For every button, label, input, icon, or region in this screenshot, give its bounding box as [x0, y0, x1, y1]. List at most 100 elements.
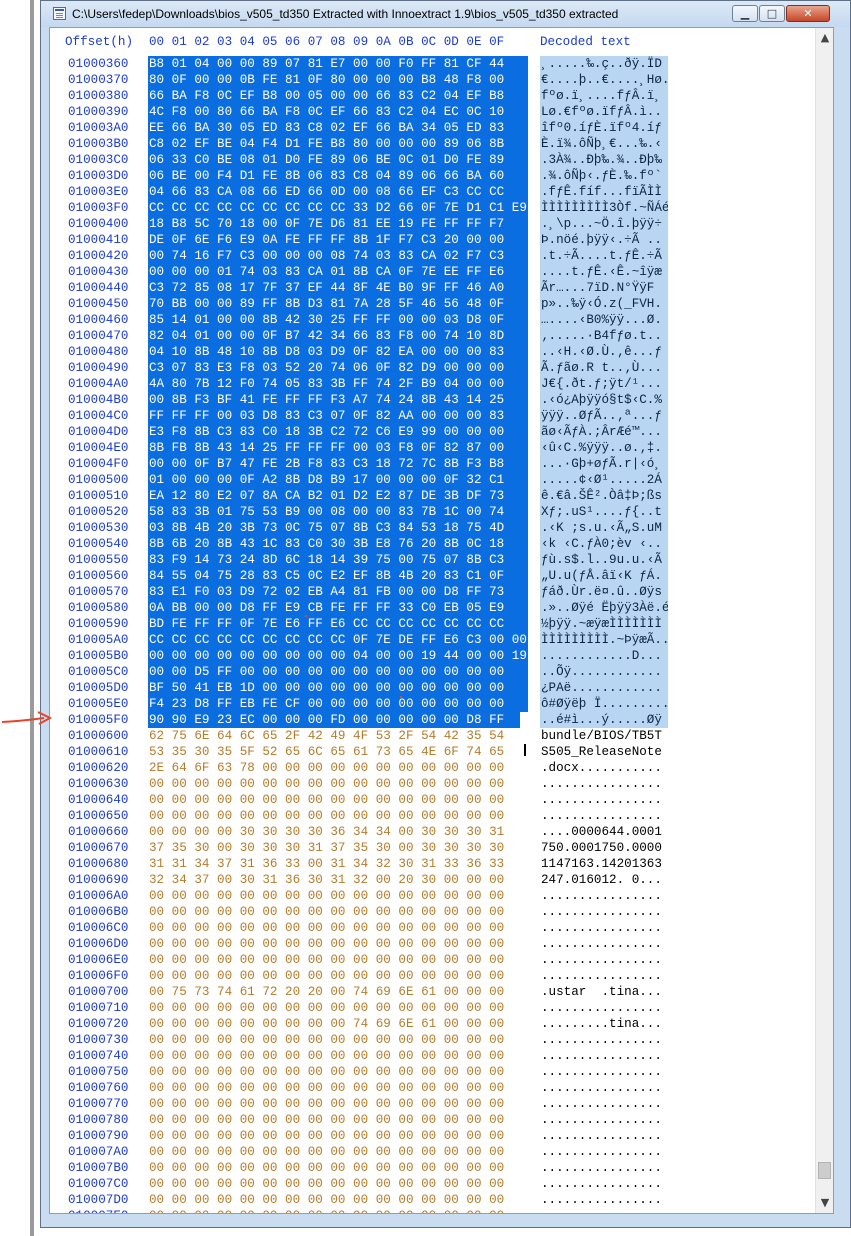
decoded-text-row[interactable]: ÌÌÌÌÌÌÌÌÌ.~ÞÿæÃ..	[540, 632, 668, 648]
decoded-text-row[interactable]: S505_ReleaseNote	[540, 744, 668, 760]
hex-row[interactable]: 80 0F 00 00 0B FE 81 0F 80 00 00 00 B8 4…	[148, 72, 528, 88]
hex-row[interactable]: 00 00 00 00 00 00 00 00 00 00 00 00 00 0…	[148, 936, 528, 952]
hex-row[interactable]: 32 34 37 00 30 31 36 30 31 32 00 20 30 0…	[148, 872, 528, 888]
decoded-text-row[interactable]: .»..Øÿé Ëþÿÿ3Àë.é	[540, 600, 668, 616]
hex-row[interactable]: 0A BB 00 00 D8 FF E9 CB FE FF FF 33 C0 E…	[148, 600, 528, 616]
hex-row[interactable]: 53 35 30 35 5F 52 65 6C 65 61 73 65 4E 6…	[148, 744, 528, 760]
hex-row[interactable]: 00 8B F3 BF 41 FE FF FF F3 A7 74 24 8B 4…	[148, 392, 528, 408]
decoded-text-row[interactable]: ................	[540, 1128, 668, 1144]
decoded-text-row[interactable]: .fƒÊ.fíf...fïÃÌÌ	[540, 184, 668, 200]
decoded-text-row[interactable]: ê.€â.ŠÊ².Òâ‡Þ;ßs	[540, 488, 668, 504]
decoded-text-row[interactable]: ................	[540, 1160, 668, 1176]
hex-row[interactable]: B8 01 04 00 00 89 07 81 E7 00 00 F0 FF 8…	[148, 56, 528, 72]
decoded-text-row[interactable]: ................	[540, 1032, 668, 1048]
decoded-text-row[interactable]: ................	[540, 1176, 668, 1192]
hex-row[interactable]: 00 00 00 00 00 00 00 00 00 00 00 00 00 0…	[148, 1112, 528, 1128]
hex-row[interactable]: 00 00 00 00 00 00 00 00 00 00 00 00 00 0…	[148, 920, 528, 936]
hex-row[interactable]: 04 10 8B 48 10 8B D8 03 D9 0F 82 EA 00 0…	[148, 344, 528, 360]
hex-row[interactable]: 37 35 30 00 30 30 30 31 37 35 30 00 30 3…	[148, 840, 528, 856]
decoded-text-row[interactable]: ................	[540, 808, 668, 824]
hex-row[interactable]: 06 BE 00 F4 D1 FE 8B 06 83 C8 04 89 06 6…	[148, 168, 528, 184]
decoded-text-row[interactable]: ƒù.s$.l..9u.u.‹Ã	[540, 552, 668, 568]
hex-row[interactable]: C8 02 EF BE 04 F4 D1 FE B8 80 00 00 00 8…	[148, 136, 528, 152]
decoded-text-row[interactable]: 247.016012. 0...	[540, 872, 668, 888]
decoded-text-row[interactable]: ................	[540, 1080, 668, 1096]
decoded-text-row[interactable]: ‚.....·B4fƒø.t..	[540, 328, 668, 344]
hex-row[interactable]: 70 BB 00 00 89 FF 8B D3 81 7A 28 5F 46 5…	[148, 296, 528, 312]
decoded-text-row[interactable]: ................	[540, 1064, 668, 1080]
hex-row[interactable]: DE 0F 6E F6 E9 0A FE FF FF 8B 1F F7 C3 2…	[148, 232, 528, 248]
decoded-text-row[interactable]: €....þ..€....¸Hø.	[540, 72, 668, 88]
decoded-text-row[interactable]: J€{.ðt.ƒ;ÿt/¹...	[540, 376, 668, 392]
hex-view[interactable]: Offset(h) 00 01 02 03 04 05 06 07 08 09 …	[49, 27, 834, 1214]
decoded-text-row[interactable]: Xƒ;.uS¹....ƒ{..t	[540, 504, 668, 520]
decoded-text-row[interactable]: Lø.€fºø.ïfƒÂ.ì..	[540, 104, 668, 120]
decoded-text-row[interactable]: .t.÷Ã....t.ƒÊ.÷Ã	[540, 248, 668, 264]
hex-row[interactable]: EA 12 80 E2 07 8A CA B2 01 D2 E2 87 DE 3…	[148, 488, 528, 504]
hex-row[interactable]: 04 66 83 CA 08 66 ED 66 0D 00 08 66 EF C…	[148, 184, 528, 200]
decoded-text-row[interactable]: ................	[540, 1000, 668, 1016]
decoded-text-row[interactable]: ÌÌÌÌÌÌÌÌÌ3Òf.~ÑÁé	[540, 200, 668, 216]
decoded-text-row[interactable]: ¸.....‰.ç..ðÿ.ÏD	[540, 56, 668, 72]
decoded-text-row[interactable]: ..‹H.‹Ø.Ù.‚ê...ƒ	[540, 344, 668, 360]
hex-row[interactable]: EE 66 BA 30 05 ED 83 C8 02 EF 66 BA 34 0…	[148, 120, 528, 136]
decoded-text-row[interactable]: 1147163.14201363	[540, 856, 668, 872]
decoded-text-row[interactable]: Ã.ƒãø.R t..‚Ù...	[540, 360, 668, 376]
hex-row[interactable]: C3 07 83 E3 F8 03 52 20 74 06 0F 82 D9 0…	[148, 360, 528, 376]
hex-row[interactable]: 00 00 0F B7 47 FE 2B F8 83 C3 18 72 7C 8…	[148, 456, 528, 472]
close-button[interactable]: ✕	[786, 5, 830, 22]
title-bar[interactable]: C:\Users\fedep\Downloads\bios_v505_td350…	[41, 1, 850, 27]
decoded-text-row[interactable]: ....0000644.0001	[540, 824, 668, 840]
decoded-text-row[interactable]: ..Õÿ............	[540, 664, 668, 680]
decoded-text-row[interactable]: ................	[540, 968, 668, 984]
hex-row[interactable]: 00 00 00 00 00 00 00 00 00 00 00 00 00 0…	[148, 1080, 528, 1096]
hex-row[interactable]: 00 74 16 F7 C3 00 00 00 08 74 03 83 CA 0…	[148, 248, 528, 264]
hex-row[interactable]: 84 55 04 75 28 83 C5 0C E2 EF 8B 4B 20 8…	[148, 568, 528, 584]
decoded-text-row[interactable]: ƒáð.Ùr.ë¤.û..Øÿs	[540, 584, 668, 600]
decoded-text-row[interactable]: ................	[540, 792, 668, 808]
decoded-text-row[interactable]: ................	[540, 904, 668, 920]
decoded-text-row[interactable]: Ãr…...7ïD.N°ŸÿF	[540, 280, 668, 296]
decoded-text-row[interactable]: ................	[540, 936, 668, 952]
hex-row[interactable]: 31 31 34 37 31 36 33 00 31 34 32 30 31 3…	[148, 856, 528, 872]
decoded-text-row[interactable]: bundle/BIOS/TB5T	[540, 728, 668, 744]
hex-row[interactable]: 00 00 00 00 00 00 00 00 00 00 00 00 00 0…	[148, 1048, 528, 1064]
decoded-text-column[interactable]: ¸.....‰.ç..ðÿ.ÏD €....þ..€....¸Hø. fºø.ï¸.…	[540, 56, 668, 1213]
decoded-text-row[interactable]: ½þÿÿ.~æÿæÌÌÌÌÌÌÌ	[540, 616, 668, 632]
hex-row[interactable]: 00 00 00 00 00 00 00 00 00 00 00 00 00 0…	[148, 888, 528, 904]
decoded-text-row[interactable]: .docx...........	[540, 760, 668, 776]
hex-row[interactable]: 4C F8 00 80 66 BA F8 0C EF 66 83 C2 04 E…	[148, 104, 528, 120]
decoded-text-row[interactable]: .‹K ;s.u.‹Ã„S.uM	[540, 520, 668, 536]
decoded-text-row[interactable]: Þ.nöé.þÿÿ‹.÷Ã ..	[540, 232, 668, 248]
decoded-text-row[interactable]: ................	[540, 1208, 668, 1213]
hex-row[interactable]: 00 00 00 00 00 00 00 00 00 00 00 00 00 0…	[148, 1160, 528, 1176]
decoded-text-row[interactable]: .‹ó¿Aþÿÿó§t$‹C.%	[540, 392, 668, 408]
hex-row[interactable]: 00 00 00 00 00 00 00 00 00 00 00 00 00 0…	[148, 1096, 528, 1112]
hex-row[interactable]: 00 00 D5 FF 00 00 00 00 00 00 00 00 00 0…	[148, 664, 528, 680]
hex-row[interactable]: 00 00 00 00 00 00 00 00 00 00 00 00 00 0…	[148, 808, 528, 824]
decoded-text-row[interactable]: ................	[540, 920, 668, 936]
decoded-text-row[interactable]: ‹k ‹C.ƒÀ0;èv ‹..	[540, 536, 668, 552]
decoded-text-row[interactable]: ô#Øÿëþ Ï.........	[540, 696, 668, 712]
hex-bytes-column[interactable]: B8 01 04 00 00 89 07 81 E7 00 00 F0 FF 8…	[148, 56, 528, 1213]
scrollbar-thumb[interactable]	[818, 1162, 831, 1179]
hex-row[interactable]: 00 00 00 00 00 00 00 00 00 00 00 00 00 0…	[148, 1208, 528, 1213]
hex-row[interactable]: 00 00 00 00 00 00 00 00 00 04 00 00 19 4…	[148, 648, 528, 664]
decoded-text-row[interactable]: .¸\p...~Ö.î.þÿÿ÷	[540, 216, 668, 232]
hex-row[interactable]: 00 00 00 00 00 00 00 00 00 00 00 00 00 0…	[148, 1176, 528, 1192]
decoded-text-row[interactable]: .........tina...	[540, 1016, 668, 1032]
hex-row[interactable]: 85 14 01 00 00 8B 42 30 25 FF FF 00 00 0…	[148, 312, 528, 328]
decoded-text-row[interactable]: ................	[540, 888, 668, 904]
hex-row[interactable]: 00 75 73 74 61 72 20 20 00 74 69 6E 61 0…	[148, 984, 528, 1000]
decoded-text-row[interactable]: ................	[540, 1048, 668, 1064]
decoded-text-row[interactable]: ãø‹ÃƒÀ.;ÂrÆé™...	[540, 424, 668, 440]
decoded-text-row[interactable]: îfº0.íƒÈ.ïfº4.íƒ	[540, 120, 668, 136]
hex-row[interactable]: FF FF FF 00 03 D8 83 C3 07 0F 82 AA 00 0…	[148, 408, 528, 424]
hex-row[interactable]: 90 90 E9 23 EC 00 00 00 FD 00 00 00 00 0…	[148, 712, 528, 728]
decoded-text-row[interactable]: .3À¾..Ðþ‰.¾..Ðþ‰	[540, 152, 668, 168]
vertical-scrollbar[interactable]: ▲ ▼	[815, 28, 833, 1213]
hex-row[interactable]: 00 00 00 00 00 00 00 00 00 00 00 00 00 0…	[148, 792, 528, 808]
decoded-text-row[interactable]: …....‹B0%ÿÿ...Ø.	[540, 312, 668, 328]
hex-row[interactable]: 00 00 00 00 00 00 00 00 00 00 00 00 00 0…	[148, 904, 528, 920]
decoded-text-row[interactable]: .¾.ôÑþ‹.ƒÈ.‰.fº`	[540, 168, 668, 184]
